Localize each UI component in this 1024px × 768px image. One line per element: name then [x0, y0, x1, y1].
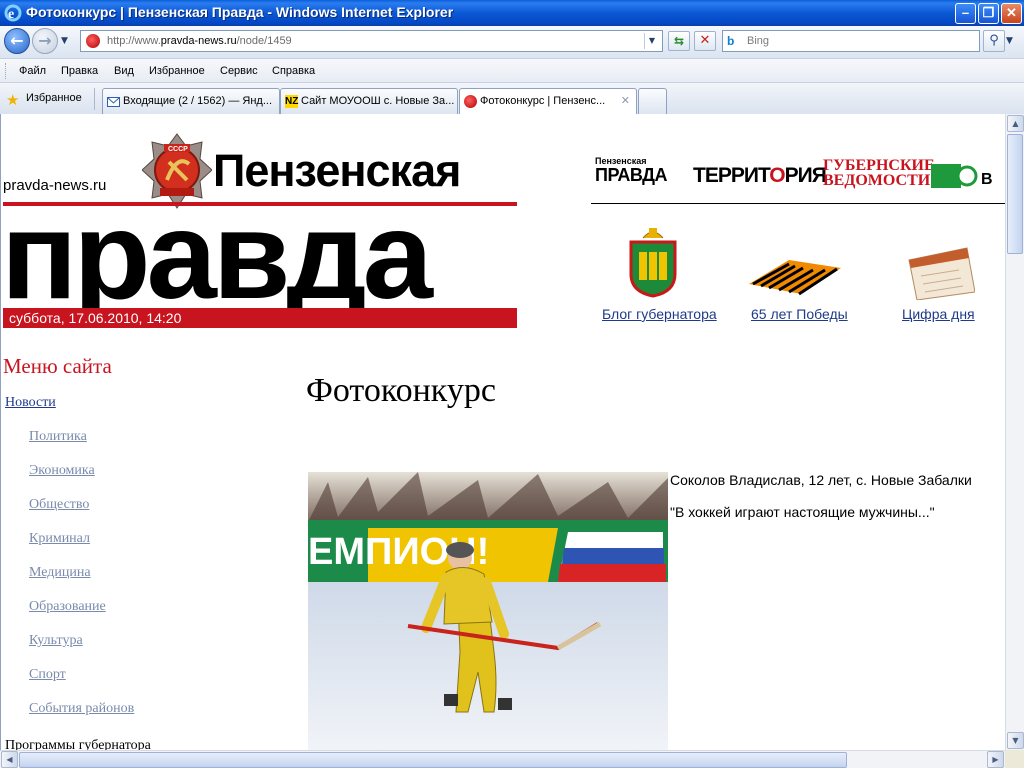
nz-icon: NZ — [285, 95, 299, 108]
tab-label: Сайт МОУООШ с. Новые За... — [301, 95, 455, 107]
menu-file[interactable]: Файл — [19, 65, 46, 77]
partner-logo-penzenskaya-pravda[interactable]: Пензенская ПРАВДА — [595, 156, 667, 184]
link-65-years-victory[interactable]: 65 лет Победы — [751, 306, 848, 322]
tab-close-icon[interactable]: ✕ — [621, 94, 630, 107]
scroll-down-icon[interactable]: ▼ — [1007, 732, 1024, 749]
current-date: суббота, 17.06.2010, 14:20 — [9, 310, 182, 326]
menu-view[interactable]: Вид — [114, 65, 134, 77]
logo-title-main: правда — [1, 187, 433, 325]
photo-author: Соколов Владислав, 12 лет, с. Новые Заба… — [670, 472, 972, 488]
horizontal-scroll-thumb[interactable] — [19, 752, 847, 768]
st-george-ribbon-icon[interactable] — [749, 254, 841, 298]
menu-edit[interactable]: Правка — [61, 65, 98, 77]
sidebar-item-district-events[interactable]: События районов — [29, 701, 134, 717]
mail-icon — [107, 97, 120, 107]
coat-of-arms-icon[interactable] — [627, 226, 679, 298]
scroll-left-icon[interactable]: ◀ — [1, 751, 18, 768]
address-dropdown-icon[interactable]: ▼ — [644, 33, 659, 49]
sidebar-item-society[interactable]: Общество — [29, 497, 89, 513]
search-placeholder[interactable]: Bing — [747, 35, 769, 47]
page-viewport: pravda-news.ru СССР Пензенская правда су… — [0, 114, 1005, 750]
tab-label: Входящие (2 / 1562) — Янд... — [123, 95, 273, 107]
refresh-icon: ⇆ — [673, 34, 685, 48]
tab-bar: ★ Избранное Входящие (2 / 1562) — Янд...… — [0, 82, 1024, 116]
address-toolbar: ← → ▼ http://www.pravda-news.ru/node/145… — [0, 26, 1024, 58]
partners-divider — [591, 203, 1005, 204]
close-button[interactable]: ✕ — [1001, 3, 1022, 24]
history-dropdown-icon[interactable]: ▼ — [61, 36, 68, 46]
stop-button[interactable]: ✕ — [694, 31, 716, 51]
stop-icon: ✕ — [699, 33, 711, 48]
sidebar-item-economy[interactable]: Экономика — [29, 463, 95, 479]
contest-photo-hockey-player[interactable]: ЕМПИОН! — [308, 472, 668, 750]
sidebar-item-politics[interactable]: Политика — [29, 429, 87, 445]
partner-logo-gubernskie-vedomosti[interactable]: ГУБЕРНСКИЕ ВЕДОМОСТИ — [823, 158, 935, 189]
vertical-scrollbar[interactable]: ▲ ▼ — [1005, 114, 1024, 750]
sidebar-item-news[interactable]: Новости — [5, 395, 56, 411]
photo-quote: "В хоккей играют настоящие мужчины..." — [670, 504, 935, 520]
sidebar-item-culture[interactable]: Культура — [29, 633, 83, 649]
sidebar-item-sport[interactable]: Спорт — [29, 667, 66, 683]
sidebar-item-medicine[interactable]: Медицина — [29, 565, 91, 581]
menu-bar: Файл Правка Вид Избранное Сервис Справка — [0, 58, 1024, 83]
favorites-star-icon[interactable]: ★ — [6, 91, 19, 109]
tab-school-site[interactable]: NZ Сайт МОУООШ с. Новые За... — [280, 88, 458, 114]
divider — [94, 88, 95, 110]
menu-tools[interactable]: Сервис — [220, 65, 258, 77]
tab-inbox[interactable]: Входящие (2 / 1562) — Янд... — [102, 88, 280, 114]
svg-text:e: e — [8, 7, 14, 22]
sidebar-item-crime[interactable]: Криминал — [29, 531, 90, 547]
forward-button[interactable]: → — [32, 28, 58, 54]
scroll-up-icon[interactable]: ▲ — [1007, 115, 1024, 132]
tab-photo-contest[interactable]: Фотоконкурс | Пензенс... ✕ — [459, 88, 637, 115]
new-tab-button[interactable] — [638, 88, 667, 114]
sidebar-title: Меню сайта — [3, 354, 112, 378]
forward-arrow-icon: → — [38, 31, 52, 50]
site-icon — [464, 95, 477, 108]
partner-logo-zemlya-icon[interactable]: В — [931, 164, 1005, 188]
calendar-icon[interactable] — [903, 246, 975, 300]
search-button[interactable]: ⚲ — [983, 30, 1005, 52]
menu-help[interactable]: Справка — [272, 65, 315, 77]
scroll-right-icon[interactable]: ▶ — [987, 751, 1004, 768]
magnifier-icon: ⚲ — [989, 33, 999, 48]
window-title: Фотоконкурс | Пензенская Правда - Window… — [26, 4, 454, 20]
bing-icon: b — [727, 34, 735, 48]
link-number-of-day[interactable]: Цифра дня — [902, 306, 975, 322]
favorites-button[interactable]: Избранное — [26, 92, 82, 104]
partner-logo-territory[interactable]: ТЕРРИТОРИЯ — [693, 164, 827, 188]
menu-favorites[interactable]: Избранное — [149, 65, 205, 77]
page-title: Фотоконкурс — [306, 372, 496, 409]
svg-text:В: В — [981, 171, 993, 188]
link-governor-blog[interactable]: Блог губернатора — [602, 306, 717, 322]
title-bar[interactable]: e Фотоконкурс | Пензенская Правда - Wind… — [0, 0, 1024, 26]
back-arrow-icon: ← — [10, 31, 24, 50]
restore-button[interactable]: ❐ — [978, 3, 999, 24]
svg-text:СССР: СССР — [168, 146, 188, 153]
refresh-button[interactable]: ⇆ — [668, 31, 690, 51]
scrollbar-corner — [1005, 750, 1024, 768]
horizontal-scrollbar[interactable]: ◀ ▶ — [0, 750, 1005, 768]
address-url[interactable]: http://www.pravda-news.ru/node/1459 — [107, 35, 292, 47]
search-field[interactable]: b Bing — [722, 30, 980, 52]
minimize-button[interactable]: – — [955, 3, 976, 24]
sidebar-item-governor-programs[interactable]: Программы губернатора — [5, 738, 151, 750]
vertical-scroll-thumb[interactable] — [1007, 134, 1023, 254]
tab-label: Фотоконкурс | Пензенс... — [480, 95, 606, 107]
sidebar-item-education[interactable]: Образование — [29, 599, 106, 615]
ie-logo-icon: e — [4, 4, 22, 22]
address-field[interactable]: http://www.pravda-news.ru/node/1459 ▼ — [80, 30, 663, 52]
toolbar-grip — [5, 63, 8, 79]
back-button[interactable]: ← — [4, 28, 30, 54]
search-options-dropdown-icon[interactable]: ▼ — [1006, 36, 1013, 46]
site-favicon-icon — [86, 34, 100, 48]
